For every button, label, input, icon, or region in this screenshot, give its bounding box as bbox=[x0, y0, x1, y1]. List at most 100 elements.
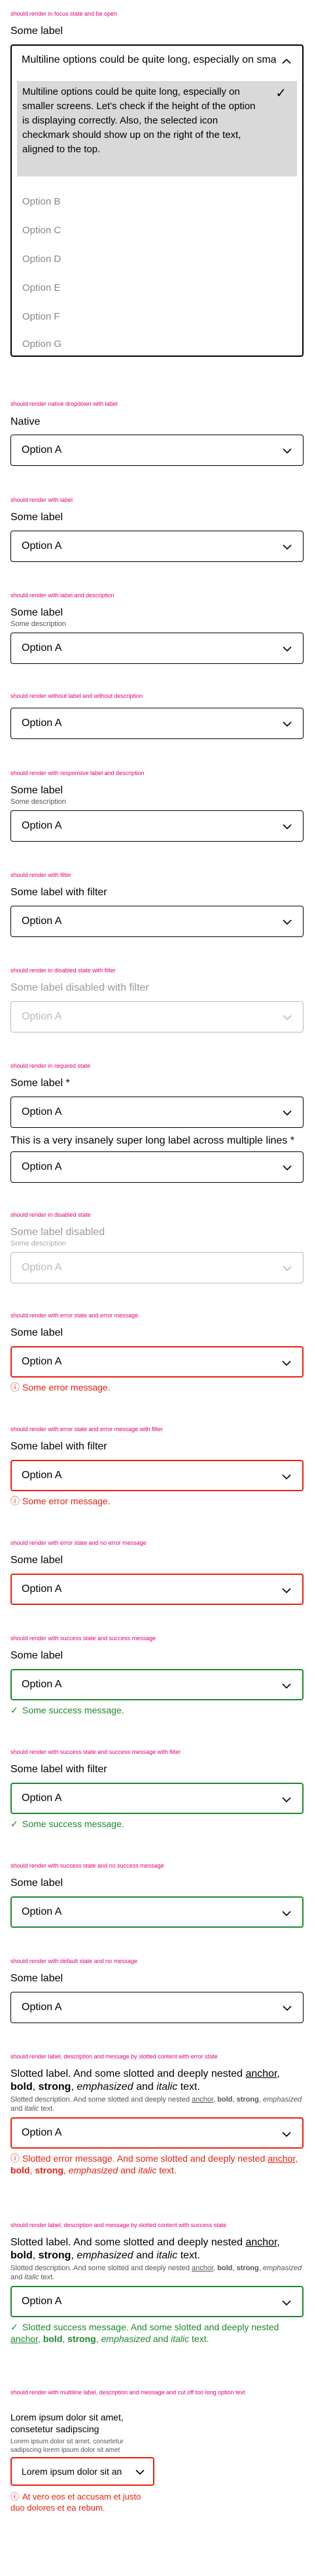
chevron-down-icon bbox=[282, 917, 292, 927]
story-title: should render with label and description bbox=[10, 592, 114, 599]
story-title: should render native dropdown with label bbox=[10, 401, 118, 407]
exclamation-icon: ⓘ bbox=[10, 1382, 20, 1393]
select-label: Some label disabled with filter bbox=[10, 982, 149, 993]
story-title: should render in disabled state bbox=[10, 1212, 91, 1218]
native-select[interactable]: Option A bbox=[10, 435, 304, 466]
select-label: Some label bbox=[10, 1973, 63, 1984]
option[interactable]: Option E bbox=[22, 282, 60, 293]
select-description: Lorem ipsum dolor sit amet, consetetur s… bbox=[10, 2438, 124, 2454]
story-title: should render with responsive label and … bbox=[10, 770, 145, 776]
filter-select-success[interactable]: Option A bbox=[10, 1783, 304, 1814]
story-title: should render with success state and suc… bbox=[10, 1635, 156, 1642]
select-open[interactable]: Multiline options could be quite long, e… bbox=[10, 44, 304, 76]
option[interactable]: Option G bbox=[22, 339, 61, 350]
select-description: Some description bbox=[10, 1240, 66, 1247]
story-title: should render with label bbox=[10, 497, 73, 503]
story-title: should render label, description and mes… bbox=[10, 2053, 218, 2060]
select-label: Some label bbox=[10, 25, 63, 37]
select-description: Some description bbox=[10, 620, 66, 628]
chevron-down-icon bbox=[282, 2003, 292, 2013]
select-label: Some label with filter bbox=[10, 1764, 107, 1775]
select-success[interactable]: Option A bbox=[10, 1896, 304, 1928]
select[interactable]: Option A bbox=[10, 1992, 304, 2023]
story-title: should render with multiline label, desc… bbox=[10, 2389, 245, 2396]
chevron-down-icon bbox=[281, 2298, 292, 2308]
success-message: ✓ Some success message. bbox=[10, 1705, 124, 1715]
chevron-down-icon bbox=[282, 1263, 292, 1274]
slotted-description: Slotted description. And some slotted an… bbox=[10, 2096, 302, 2113]
select-label: Native bbox=[10, 416, 41, 427]
option[interactable]: Option B bbox=[22, 196, 60, 207]
exclamation-icon: ⓘ bbox=[10, 2492, 20, 2502]
select-label: Some label with filter bbox=[10, 887, 107, 898]
checkmark-icon: ✓ bbox=[275, 86, 287, 101]
story-title: should render in required state bbox=[10, 1063, 91, 1069]
slotted-label: Slotted label. And some slotted and deep… bbox=[10, 2237, 280, 2261]
chevron-down-icon bbox=[282, 542, 292, 552]
select-success[interactable]: Option A bbox=[10, 1669, 304, 1700]
story-title: should render with success state and no … bbox=[10, 1862, 164, 1869]
select-error[interactable]: Option A bbox=[10, 1346, 304, 1378]
story-title: should render with default state and no … bbox=[10, 1958, 138, 1964]
select-label: Some label bbox=[10, 1327, 63, 1338]
story-title: should render without label and without … bbox=[10, 693, 143, 699]
filter-select[interactable]: Option A bbox=[10, 906, 304, 937]
story-title: should render with filter bbox=[10, 872, 72, 878]
select-required[interactable]: Option A bbox=[10, 1151, 304, 1183]
anchor-link[interactable]: anchor bbox=[245, 2068, 277, 2079]
options-listbox[interactable]: Multiline options could be quite long, e… bbox=[10, 76, 304, 357]
success-message: ✓ Slotted success message. And some slott… bbox=[10, 2322, 279, 2344]
select[interactable]: Option A bbox=[10, 810, 304, 842]
select-required[interactable]: Option A bbox=[10, 1097, 304, 1128]
story-title: should render with error state and no er… bbox=[10, 1540, 147, 1546]
select-error[interactable]: Option A bbox=[10, 1574, 304, 1605]
anchor-link[interactable]: anchor bbox=[268, 2153, 295, 2164]
chevron-down-icon bbox=[282, 446, 292, 456]
chevron-down-icon bbox=[281, 1585, 292, 1596]
chevron-down-icon bbox=[281, 2129, 292, 2139]
anchor-link[interactable]: anchor bbox=[245, 2237, 277, 2248]
option[interactable]: Option C bbox=[22, 225, 61, 236]
select-success[interactable]: Option A bbox=[10, 2286, 304, 2317]
select-label: Some label disabled bbox=[10, 1227, 105, 1238]
slotted-description: Slotted description. And some slotted an… bbox=[10, 2264, 302, 2281]
select-value: Multiline options could be quite long, e… bbox=[22, 54, 277, 65]
select-label: Some label with filter bbox=[10, 1441, 107, 1452]
exclamation-icon: ⓘ bbox=[10, 1496, 20, 1506]
select[interactable]: Option A bbox=[10, 633, 304, 664]
filter-select-disabled: Option A bbox=[10, 1001, 304, 1032]
chevron-down-icon bbox=[282, 644, 292, 654]
select-label: Some label bbox=[10, 607, 63, 618]
exclamation-icon: ⓘ bbox=[10, 2153, 20, 2164]
select-label: This is a very insanely super long label… bbox=[10, 1135, 294, 1146]
select-label: Some label bbox=[10, 785, 63, 796]
chevron-down-icon bbox=[281, 1908, 292, 1919]
select-label: Lorem ipsum dolor sit amet, consetetur s… bbox=[10, 2412, 124, 2434]
story-title: should render with success state and suc… bbox=[10, 1749, 181, 1755]
chevron-down-icon bbox=[281, 1472, 292, 1482]
error-message: ⓘ Some error message. bbox=[10, 1496, 111, 1506]
select-label: Some label bbox=[10, 512, 63, 523]
slotted-label: Slotted label. And some slotted and deep… bbox=[10, 2068, 280, 2092]
chevron-up-icon bbox=[281, 56, 292, 67]
select-disabled: Option A bbox=[10, 1252, 304, 1283]
error-message: ⓘ At vero eos et accusam et justo duo dol… bbox=[10, 2492, 141, 2513]
select-error[interactable]: Option A bbox=[10, 2117, 304, 2149]
filter-select-error[interactable]: Option A bbox=[10, 1460, 304, 1491]
chevron-down-icon bbox=[282, 1163, 292, 1173]
option-selected[interactable]: Multiline options could be quite long, e… bbox=[17, 81, 297, 176]
error-message: ⓘ Slotted error message. And some slotted… bbox=[10, 2153, 298, 2175]
select[interactable]: Option A bbox=[10, 708, 304, 739]
select-error[interactable]: Lorem ipsum dolor sit an bbox=[10, 2457, 154, 2486]
story-title: should render in focus state and be open bbox=[10, 10, 118, 17]
anchor-link[interactable]: anchor bbox=[10, 2334, 38, 2344]
anchor-link[interactable]: anchor bbox=[192, 2264, 213, 2272]
option[interactable]: Option D bbox=[22, 254, 61, 265]
check-icon: ✓ bbox=[10, 1705, 18, 1715]
option[interactable]: Option F bbox=[22, 311, 60, 322]
anchor-link[interactable]: anchor bbox=[192, 2096, 213, 2104]
chevron-down-icon bbox=[282, 719, 292, 729]
chevron-down-icon bbox=[282, 821, 292, 832]
select[interactable]: Option A bbox=[10, 531, 304, 562]
check-icon: ✓ bbox=[10, 2322, 18, 2332]
